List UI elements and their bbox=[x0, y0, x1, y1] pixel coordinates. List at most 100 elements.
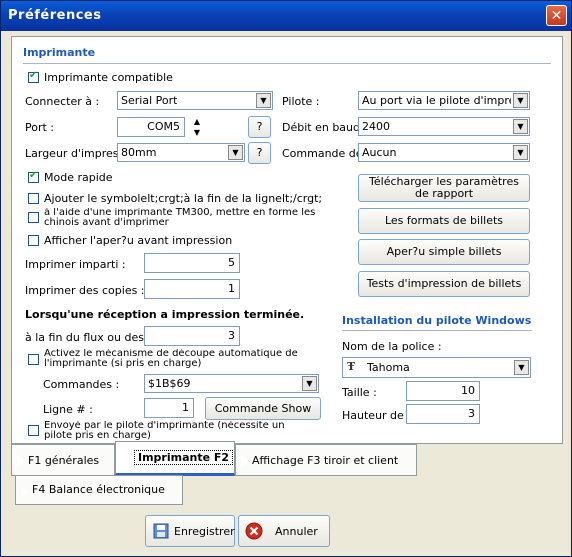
driver-select[interactable]: Au port via le pilote d'impression ▼ bbox=[358, 91, 530, 110]
print-tests-button[interactable]: Tests d'impression de billets bbox=[358, 271, 530, 297]
compatible-printer-checkbox[interactable] bbox=[28, 70, 39, 83]
tm300-label: à l'aide d'une imprimante TM300, mettre … bbox=[44, 208, 316, 228]
preview-checkbox[interactable] bbox=[28, 235, 39, 246]
tab-general-label: F1 générales bbox=[28, 454, 100, 467]
fast-mode-label: Mode rapide bbox=[44, 171, 113, 184]
reception-title: Lorsqu'une réception a impression termin… bbox=[25, 308, 305, 321]
print-imparti-field[interactable]: 5 bbox=[144, 253, 240, 273]
ticket-formats-label: Les formats de billets bbox=[384, 214, 504, 227]
commands-value: $1B$69 bbox=[148, 377, 191, 390]
command-show-label: Commande Show bbox=[214, 402, 312, 415]
print-width-select[interactable]: 80mm ▼ bbox=[117, 143, 245, 162]
driver-label: Pilote : bbox=[282, 95, 320, 108]
print-tests-label: Tests d'impression de billets bbox=[366, 277, 522, 290]
spin-up-icon[interactable]: ▲ bbox=[189, 116, 205, 127]
line-field[interactable]: 1 bbox=[144, 398, 194, 418]
commands-select[interactable]: $1B$69 ▼ bbox=[144, 374, 319, 393]
commands-label: Commandes : bbox=[43, 378, 120, 391]
add-symbol-label: Ajouter le symbolelt;crgt;à la fin de la… bbox=[44, 192, 323, 205]
print-imparti-value: 5 bbox=[228, 256, 235, 269]
add-symbol-checkbox[interactable] bbox=[28, 193, 39, 204]
baud-rate-value: 2400 bbox=[362, 120, 390, 133]
printer-section-title: Imprimante bbox=[23, 46, 96, 59]
send-driver-checkbox[interactable] bbox=[28, 425, 39, 436]
font-name-label: Nom de la police : bbox=[342, 340, 442, 353]
tab-printer-label: Imprimante F2 bbox=[134, 450, 234, 465]
line-height-value: 3 bbox=[468, 407, 475, 420]
print-width-value: 80mm bbox=[121, 146, 157, 159]
save-button[interactable]: Enregistrer bbox=[145, 515, 235, 547]
cancel-button[interactable]: Annuler bbox=[238, 515, 330, 547]
port-help-button[interactable]: ? bbox=[248, 116, 271, 138]
save-label: Enregistrer bbox=[174, 525, 235, 538]
port-label: Port : bbox=[25, 121, 55, 134]
font-tt-icon: Ŧ bbox=[347, 360, 356, 373]
tab-arrow-icon bbox=[119, 451, 129, 465]
width-help-button[interactable]: ? bbox=[248, 142, 271, 164]
auto-cut-checkbox[interactable] bbox=[28, 354, 39, 365]
save-icon bbox=[153, 523, 169, 539]
download-report-settings-button[interactable]: Télécharger les paramètres de rapport bbox=[358, 174, 530, 202]
dropdown-arrow-icon[interactable]: ▼ bbox=[256, 93, 271, 108]
baud-rate-label: Débit en bauds bbox=[282, 121, 366, 134]
print-copies-value: 1 bbox=[228, 282, 235, 295]
port-field[interactable]: COM5 bbox=[117, 117, 185, 137]
font-name-select[interactable]: Ŧ Tahoma ▼ bbox=[342, 357, 531, 378]
window-title: Préférences bbox=[8, 8, 102, 23]
spin-down-icon[interactable]: ▼ bbox=[189, 127, 205, 138]
end-flow-value: 3 bbox=[228, 329, 235, 342]
tab-printer[interactable]: Imprimante F2 bbox=[115, 441, 235, 476]
connect-to-select[interactable]: Serial Port ▼ bbox=[117, 91, 273, 110]
print-copies-label: Imprimer des copies : bbox=[25, 284, 145, 297]
size-field[interactable]: 10 bbox=[406, 381, 480, 401]
cancel-icon bbox=[245, 522, 263, 540]
tab-arrow-icon bbox=[19, 485, 29, 499]
preferences-window: Préférences ✕ Imprimante Imprimante comp… bbox=[0, 0, 572, 557]
auto-cut-label: Activez le mécanisme de découpe automati… bbox=[44, 349, 298, 369]
section-divider bbox=[23, 63, 551, 64]
print-imparti-label: Imprimer imparti : bbox=[25, 258, 126, 271]
driver-install-title: Installation du pilote Windows bbox=[342, 314, 532, 327]
line-value: 1 bbox=[182, 401, 189, 414]
end-flow-field[interactable]: 3 bbox=[144, 326, 240, 346]
title-bar[interactable]: Préférences ✕ bbox=[1, 1, 571, 31]
simple-preview-button[interactable]: Aper?u simple billets bbox=[358, 239, 530, 265]
tab-display-drawer-customer[interactable]: Affichage F3 tiroir et client bbox=[235, 444, 417, 476]
baud-rate-select[interactable]: 2400 ▼ bbox=[358, 117, 530, 136]
close-button[interactable]: ✕ bbox=[546, 5, 567, 26]
command-show-button[interactable]: Commande Show bbox=[205, 397, 321, 420]
command-label: Commande de p bbox=[282, 147, 358, 160]
tab-arrow-icon bbox=[15, 454, 25, 468]
printer-panel: Imprimante Imprimante compatible Connect… bbox=[11, 36, 563, 444]
connect-to-value: Serial Port bbox=[121, 94, 178, 107]
tab-arrow-icon bbox=[239, 454, 249, 468]
fast-mode-checkbox[interactable] bbox=[28, 170, 39, 183]
driver-value: Au port via le pilote d'impression bbox=[362, 94, 511, 107]
size-label: Taille : bbox=[342, 386, 377, 399]
tab-scale-label: F4 Balance électronique bbox=[32, 483, 165, 496]
end-flow-label: à la fin du flux ou des lign bbox=[25, 331, 144, 344]
preview-label: Afficher l'aper?u avant impression bbox=[44, 234, 233, 247]
tab-scale[interactable]: F4 Balance électronique bbox=[15, 475, 183, 505]
close-icon[interactable]: ✕ bbox=[551, 8, 563, 24]
print-copies-field[interactable]: 1 bbox=[144, 279, 240, 299]
dropdown-arrow-icon[interactable]: ▼ bbox=[513, 145, 528, 160]
print-width-label: Largeur d'impressio bbox=[25, 147, 117, 160]
dropdown-arrow-icon[interactable]: ▼ bbox=[514, 360, 529, 375]
command-value: Aucun bbox=[362, 146, 397, 159]
command-select[interactable]: Aucun ▼ bbox=[358, 143, 530, 162]
dropdown-arrow-icon[interactable]: ▼ bbox=[513, 93, 528, 108]
dropdown-arrow-icon[interactable]: ▼ bbox=[513, 119, 528, 134]
size-value: 10 bbox=[461, 384, 475, 397]
dropdown-arrow-icon[interactable]: ▼ bbox=[228, 145, 243, 160]
dropdown-arrow-icon[interactable]: ▼ bbox=[302, 376, 317, 391]
ticket-formats-button[interactable]: Les formats de billets bbox=[358, 208, 530, 234]
line-height-field[interactable]: 3 bbox=[406, 404, 480, 424]
tab-general[interactable]: F1 générales bbox=[11, 444, 115, 476]
tm300-checkbox[interactable] bbox=[28, 212, 39, 223]
font-name-value: Tahoma bbox=[367, 361, 410, 374]
compatible-printer-label: Imprimante compatible bbox=[44, 71, 173, 84]
cancel-label: Annuler bbox=[275, 525, 318, 538]
port-spinner[interactable]: ▲ ▼ bbox=[189, 116, 205, 138]
connect-to-label: Connecter à : bbox=[25, 95, 100, 108]
